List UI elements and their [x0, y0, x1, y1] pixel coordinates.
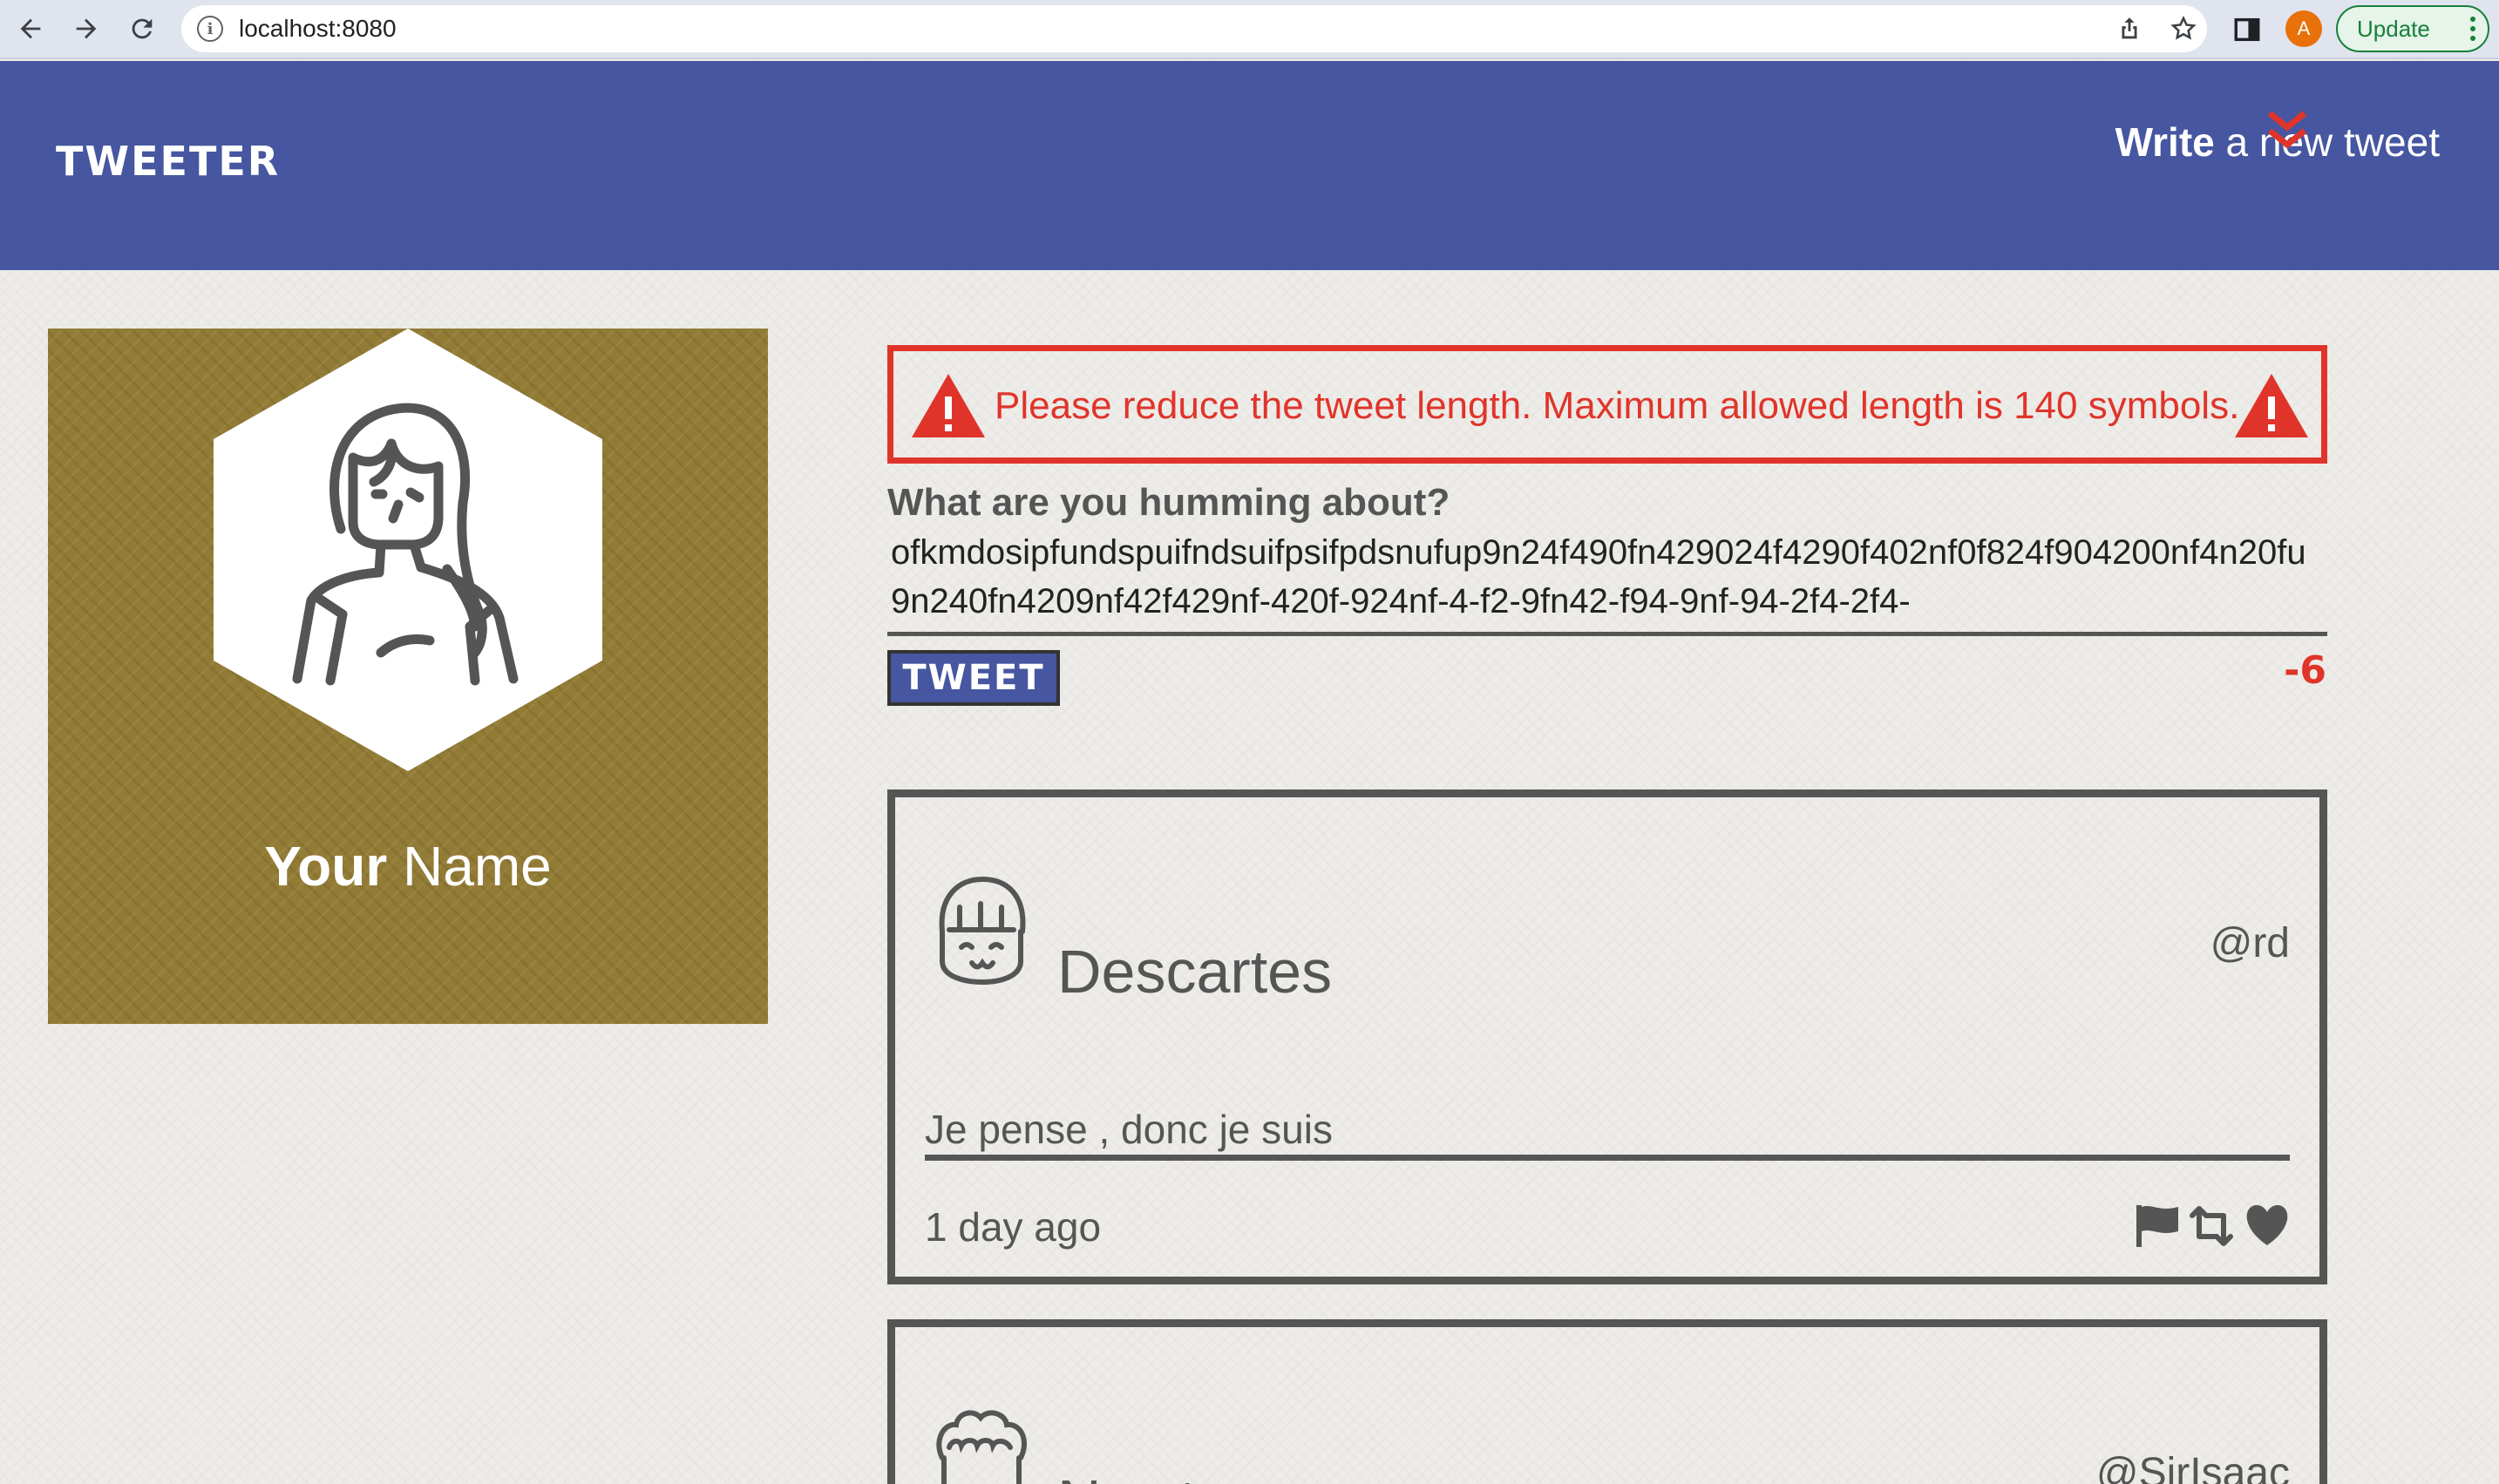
more-vert-icon[interactable] [2470, 17, 2475, 41]
user-avatar-icon [292, 403, 519, 686]
profile-last-name: Name [387, 835, 552, 898]
compose-rest: a new tweet [2214, 119, 2441, 165]
error-message: Please reduce the tweet length. Maximum … [995, 384, 2240, 427]
profile-card: Your Name [48, 329, 768, 1024]
profile-first-name: Your [264, 835, 388, 898]
descartes-avatar-icon [939, 876, 1026, 986]
retweet-icon[interactable] [2187, 1203, 2236, 1249]
tweet-author-name[interactable]: Newton [1057, 1467, 1264, 1484]
forward-arrow-icon[interactable] [65, 7, 108, 51]
address-bar[interactable]: i localhost:8080 [181, 5, 2207, 52]
character-counter: -6 [2284, 648, 2326, 693]
brand-logo[interactable]: TWEETER [56, 138, 280, 185]
compose-strong: Write [2115, 119, 2215, 165]
browser-toolbar: i localhost:8080 A Update [0, 0, 2499, 59]
tweet-timestamp: 1 day ago [925, 1204, 1102, 1250]
tweet-card: Newton @SirIsaac [887, 1319, 2327, 1484]
reload-icon[interactable] [120, 7, 164, 51]
star-icon[interactable] [2169, 14, 2198, 44]
sidebar-icon[interactable] [2228, 10, 2266, 49]
app-header: TWEETER Write a new tweet [0, 61, 2499, 270]
newton-avatar-icon [936, 1410, 1027, 1484]
error-banner: Please reduce the tweet length. Maximum … [887, 345, 2327, 464]
profile-avatar[interactable]: A [2285, 10, 2322, 47]
tweet-button[interactable]: TWEET [887, 650, 1060, 706]
tweet-author-name[interactable]: Descartes [1057, 937, 1332, 1006]
back-arrow-icon[interactable] [9, 7, 52, 51]
double-chevron-down-icon[interactable] [2265, 108, 2310, 152]
url-text[interactable]: localhost:8080 [239, 15, 397, 43]
tweet-textarea[interactable]: ofkmdosipfundspuifndsuifpsifpdsnufup9n24… [887, 528, 2327, 636]
update-button[interactable]: Update [2336, 5, 2489, 52]
warning-icon [2235, 374, 2308, 437]
tweet-card: Descartes @rd Je pense , donc je suis 1 … [887, 789, 2327, 1284]
warning-icon [912, 374, 985, 437]
tweet-content: Je pense , donc je suis [925, 1106, 2290, 1161]
heart-icon[interactable] [2243, 1203, 2292, 1249]
profile-hexagon [214, 329, 602, 771]
tweet-author-handle[interactable]: @SirIsaac [2096, 1449, 2290, 1484]
share-icon[interactable] [2115, 14, 2144, 44]
update-label: Update [2357, 15, 2430, 42]
profile-name: Your Name [48, 834, 768, 898]
tweet-author-handle[interactable]: @rd [2210, 919, 2290, 967]
info-icon[interactable]: i [197, 16, 223, 42]
flag-icon[interactable] [2133, 1203, 2182, 1249]
composer-label: What are you humming about? [887, 481, 1450, 524]
